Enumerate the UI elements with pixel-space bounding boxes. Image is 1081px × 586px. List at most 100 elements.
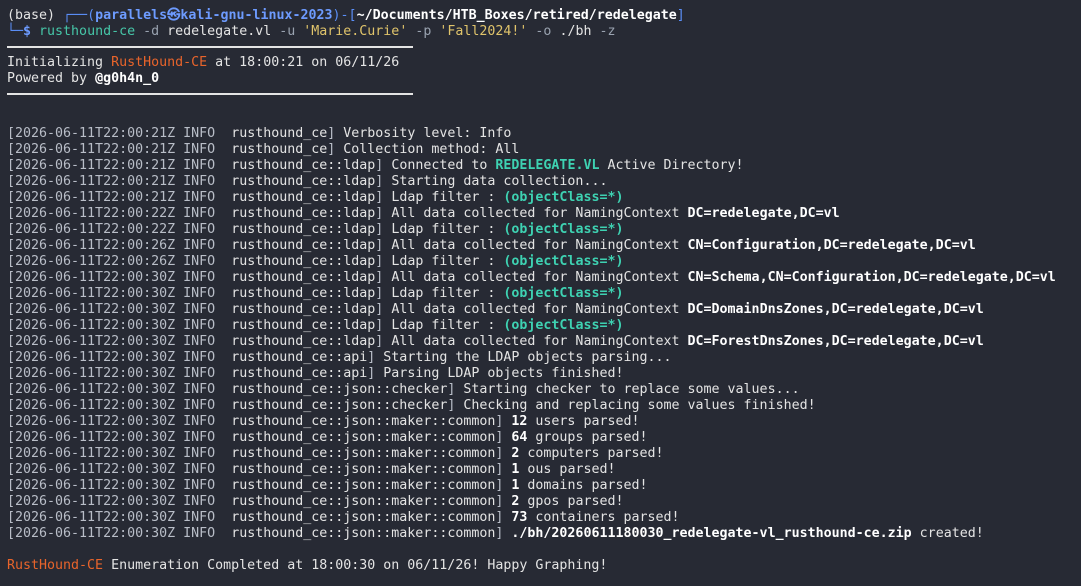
log-line: [2026-06-11T22:00:30Z INFO rusthound_ce:… [7,334,984,349]
log-level: INFO [183,398,216,413]
command-arg: -p [407,24,440,39]
log-timestamp: [2026-06-11T22:00:30Z [7,478,176,493]
log-line: [2026-06-11T22:00:30Z INFO rusthound_ce:… [7,446,664,461]
log-level: INFO [183,206,216,221]
log-level: INFO [183,494,216,509]
command-name: rusthound-ce [39,24,136,39]
log-message: All data collected for NamingContext [391,238,688,253]
log-line: [2026-06-11T22:00:30Z INFO rusthound_ce:… [7,366,624,381]
log-line: [2026-06-11T22:00:30Z INFO rusthound_ce:… [7,382,800,397]
banner-divider-bottom [7,93,413,95]
log-message: ous parsed! [519,462,616,477]
log-message: Ldap filter : [391,222,504,237]
log-line: [2026-06-11T22:00:26Z INFO rusthound_ce:… [7,254,624,269]
user-host: parallels㉿kali-gnu-linux-2023 [95,8,333,23]
log-timestamp: [2026-06-11T22:00:30Z [7,270,176,285]
log-message: CN=Configuration,DC=redelegate,DC=vl [687,238,976,253]
log-module: rusthound_ce::ldap [231,270,376,285]
log-timestamp: [2026-06-11T22:00:26Z [7,254,176,269]
log-level: INFO [183,478,216,493]
log-line: [2026-06-11T22:00:30Z INFO rusthound_ce:… [7,510,680,525]
log-module: rusthound_ce::json::maker::common [231,414,496,429]
log-message: All data collected for NamingContext [391,334,688,349]
banner-init-line: Initializing RustHound-CE at 18:00:21 on… [7,55,1074,71]
log-level: INFO [183,414,216,429]
log-timestamp: [2026-06-11T22:00:30Z [7,334,176,349]
log-line: [2026-06-11T22:00:21Z INFO rusthound_ce:… [7,174,608,189]
log-level: INFO [183,302,216,317]
log-module: rusthound_ce::json::checker [231,382,448,397]
command-arg: -z [591,24,616,39]
prompt-corner-bottom: └─ [7,24,24,39]
log-message: DC=DomainDnsZones,DC=redelegate,DC=vl [687,302,984,317]
log-level: INFO [183,318,216,333]
log-message: computers parsed! [519,446,664,461]
log-message: All data collected for NamingContext [391,270,688,285]
log-line: [2026-06-11T22:00:30Z INFO rusthound_ce:… [7,350,672,365]
log-module: rusthound_ce::ldap [231,174,376,189]
log-level: INFO [183,510,216,525]
log-level: INFO [183,222,216,237]
log-message: CN=Schema,CN=Configuration,DC=redelegate… [687,270,1056,285]
log-level: INFO [183,174,216,189]
log-module: rusthound_ce::ldap [231,254,376,269]
log-line: [2026-06-11T22:00:21Z INFO rusthound_ce]… [7,142,520,157]
log-level: INFO [183,286,216,301]
log-line: [2026-06-11T22:00:30Z INFO rusthound_ce:… [7,318,624,333]
banner-powered-prefix: Powered by [7,71,96,86]
log-module: rusthound_ce::json::maker::common [231,478,496,493]
log-timestamp: [2026-06-11T22:00:30Z [7,510,176,525]
log-message: (objectClass=*) [503,318,624,333]
log-line: [2026-06-11T22:00:30Z INFO rusthound_ce:… [7,526,984,541]
log-level: INFO [183,190,216,205]
log-message: DC=ForestDnsZones,DC=redelegate,DC=vl [687,334,984,349]
log-line: [2026-06-11T22:00:30Z INFO rusthound_ce:… [7,462,616,477]
log-timestamp: [2026-06-11T22:00:30Z [7,494,176,509]
command-arg: ./bh [559,24,592,39]
log-message: Starting the LDAP objects parsing... [383,350,672,365]
log-line: [2026-06-11T22:00:30Z INFO rusthound_ce:… [7,494,624,509]
log-level: INFO [183,238,216,253]
log-module: rusthound_ce::ldap [231,206,376,221]
command-arg: 'Fall2024!' [439,24,528,39]
log-timestamp: [2026-06-11T22:00:26Z [7,238,176,253]
command-arg: -o [527,24,560,39]
log-message: Starting data collection... [391,174,608,189]
log-level: INFO [183,270,216,285]
command-line[interactable]: └─$ rusthound-ce -d redelegate.vl -u 'Ma… [7,24,1074,40]
command-args: -d redelegate.vl -u 'Marie.Curie' -p 'Fa… [135,24,615,39]
log-timestamp: [2026-06-11T22:00:30Z [7,350,176,365]
log-message: Ldap filter : [391,190,504,205]
log-message: Collection method: All [343,142,520,157]
log-level: INFO [183,334,216,349]
log-module: rusthound_ce::json::maker::common [231,494,496,509]
log-level: INFO [183,158,216,173]
log-message: 12 [511,414,528,429]
log-message: (objectClass=*) [503,286,624,301]
command-arg: -d [135,24,168,39]
log-line: [2026-06-11T22:00:21Z INFO rusthound_ce:… [7,190,624,205]
log-module: rusthound_ce::json::maker::common [231,510,496,525]
log-message: gpos parsed! [519,494,624,509]
log-message: (objectClass=*) [503,254,624,269]
log-level: INFO [183,350,216,365]
log-timestamp: [2026-06-11T22:00:30Z [7,302,176,317]
log-timestamp: [2026-06-11T22:00:21Z [7,174,176,189]
log-message: REDELEGATE.VL [495,158,600,173]
banner-tool-name: RustHound-CE [111,55,208,70]
prompt-bracket-close: ] [676,8,685,23]
command-arg: redelegate.vl [167,24,272,39]
banner-init-suffix: at 18:00:21 on 06/11/26 [207,55,400,70]
terminal[interactable]: (base) ┌──(parallels㉿kali-gnu-linux-2023… [0,0,1081,574]
log-line: [2026-06-11T22:00:30Z INFO rusthound_ce:… [7,302,984,317]
banner-powered-line: Powered by @g0h4n_0 [7,71,1074,87]
log-level: INFO [183,430,216,445]
log-line: [2026-06-11T22:00:22Z INFO rusthound_ce:… [7,206,840,221]
log-module: rusthound_ce::ldap [231,318,376,333]
log-line: [2026-06-11T22:00:30Z INFO rusthound_ce:… [7,286,624,301]
log-timestamp: [2026-06-11T22:00:30Z [7,398,176,413]
log-module: rusthound_ce::json::maker::common [231,462,496,477]
log-message: Starting checker to replace some values.… [463,382,800,397]
log-message: Active Directory! [599,158,744,173]
log-timestamp: [2026-06-11T22:00:30Z [7,286,176,301]
